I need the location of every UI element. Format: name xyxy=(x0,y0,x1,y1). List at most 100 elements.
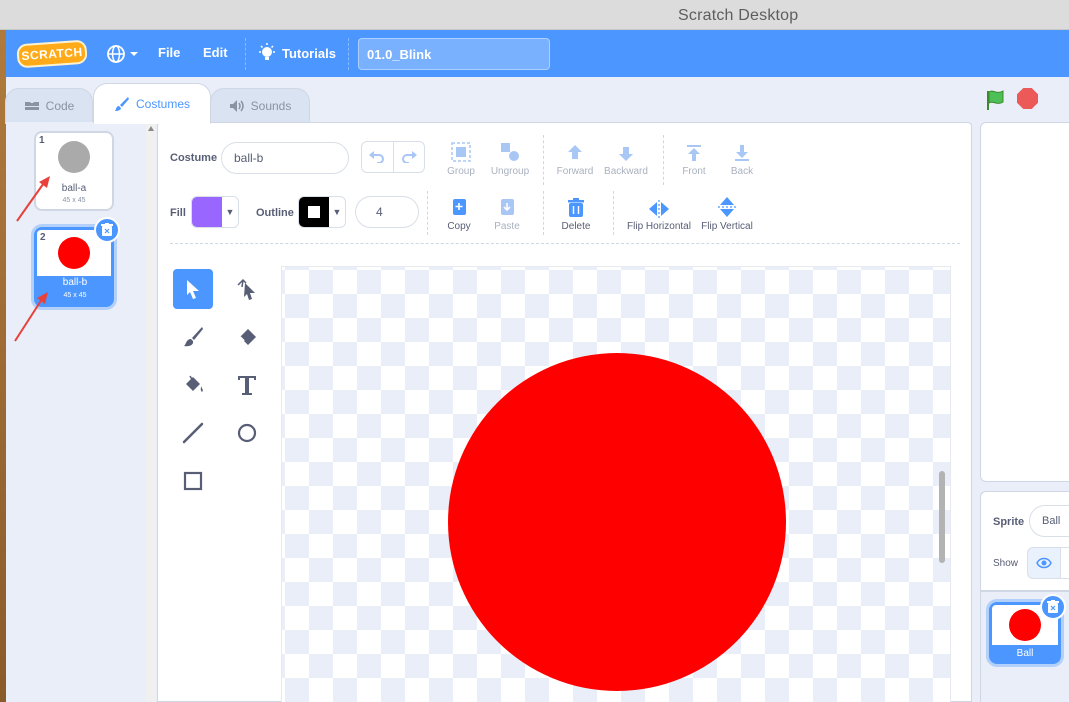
show-label: Show xyxy=(993,558,1019,569)
stage-preview[interactable] xyxy=(980,122,1069,482)
divider xyxy=(543,135,544,185)
brush-tool[interactable] xyxy=(173,317,213,357)
hide-sprite-button[interactable] xyxy=(1061,547,1069,579)
rectangle-tool[interactable] xyxy=(173,461,213,501)
delete-sprite-button[interactable] xyxy=(1040,594,1066,620)
red-circle-shape[interactable] xyxy=(448,353,786,691)
costume-number: 1 xyxy=(39,135,45,146)
menu-bar: SCRATCH File Edit Tutorials 01.0_Blink xyxy=(6,30,1069,77)
green-flag-icon[interactable] xyxy=(984,88,1008,112)
stop-icon[interactable] xyxy=(1017,88,1038,109)
divider xyxy=(543,191,544,235)
ungroup-label: Ungroup xyxy=(490,166,530,177)
costume-name-input[interactable]: ball-b xyxy=(221,142,349,174)
sprite-info-panel: Sprite Ball Show xyxy=(980,491,1069,591)
outline-swatch xyxy=(299,197,329,227)
flip-vertical-button[interactable]: Flip Vertical xyxy=(697,194,757,232)
fill-swatch xyxy=(192,197,222,227)
trash-icon xyxy=(1047,600,1059,613)
tutorials-menu[interactable]: Tutorials xyxy=(258,43,336,63)
select-tool[interactable] xyxy=(173,269,213,309)
scratch-logo[interactable]: SCRATCH xyxy=(16,39,88,69)
canvas-scrollbar[interactable] xyxy=(939,471,945,563)
copy-label: Copy xyxy=(447,221,471,232)
code-icon xyxy=(24,102,39,110)
delete-costume-button[interactable] xyxy=(94,217,120,243)
group-icon xyxy=(451,142,471,162)
chevron-down-icon: ▼ xyxy=(225,207,235,217)
paint-editor: Costume ball-b Group Ungroup Forward Bac… xyxy=(157,122,972,702)
delete-button[interactable]: Delete xyxy=(546,194,606,232)
costume-label: Costume xyxy=(170,152,218,164)
fill-tool[interactable] xyxy=(173,365,213,405)
reshape-icon xyxy=(237,278,255,300)
fill-label: Fill xyxy=(170,207,186,219)
outline-color-picker[interactable]: ▼ xyxy=(298,196,346,228)
sprite-name-input[interactable]: Ball xyxy=(1029,505,1069,537)
flip-horizontal-label: Flip Horizontal xyxy=(627,221,691,232)
ungroup-icon xyxy=(501,143,519,161)
outline-width-input[interactable]: 4 xyxy=(355,196,419,228)
tab-sounds[interactable]: Sounds xyxy=(210,88,310,124)
logo-text: SCRATCH xyxy=(20,44,84,64)
menu-divider xyxy=(348,38,349,70)
flip-horizontal-icon xyxy=(649,200,669,218)
back-button[interactable]: Back xyxy=(712,139,772,177)
project-title-input[interactable]: 01.0_Blink xyxy=(358,38,550,70)
circle-icon xyxy=(237,423,257,443)
back-icon xyxy=(735,145,749,161)
sprite-thumbnail xyxy=(1009,609,1041,641)
divider xyxy=(613,191,614,235)
costume-thumbnail xyxy=(58,237,90,269)
window-title: Scratch Desktop xyxy=(678,7,799,24)
toolbar-divider xyxy=(170,243,960,244)
line-tool[interactable] xyxy=(173,413,213,453)
tab-costumes[interactable]: Costumes xyxy=(93,83,211,124)
backward-button[interactable]: Backward xyxy=(596,139,656,177)
sprite-label: Sprite xyxy=(993,516,1025,528)
trash-icon xyxy=(101,223,113,236)
ungroup-button[interactable]: Ungroup xyxy=(480,139,540,177)
costume-name: ball-b xyxy=(62,277,88,288)
drawing-canvas[interactable] xyxy=(281,266,951,702)
eye-icon xyxy=(1036,557,1052,569)
costume-list-scrollbar[interactable] xyxy=(146,122,156,702)
costume-thumbnail xyxy=(58,141,90,173)
backward-icon xyxy=(619,147,633,161)
outline-label: Outline xyxy=(256,207,294,219)
group-label: Group xyxy=(447,166,475,177)
redo-icon xyxy=(401,151,417,163)
copy-icon xyxy=(453,199,466,215)
language-menu[interactable] xyxy=(106,42,142,66)
redo-button[interactable] xyxy=(394,142,425,172)
line-icon xyxy=(182,422,204,444)
flip-horizontal-button[interactable]: Flip Horizontal xyxy=(624,194,694,232)
paste-label: Paste xyxy=(494,221,520,232)
tab-code[interactable]: Code xyxy=(5,88,93,124)
eraser-tool[interactable] xyxy=(227,317,267,357)
sprite-tile-name: Ball xyxy=(1016,648,1034,659)
reshape-tool[interactable] xyxy=(227,269,267,309)
edit-menu[interactable]: Edit xyxy=(203,45,228,60)
forward-icon xyxy=(568,145,582,159)
file-menu[interactable]: File xyxy=(158,45,180,60)
circle-tool[interactable] xyxy=(227,413,267,453)
fill-color-picker[interactable]: ▼ xyxy=(191,196,239,228)
front-label: Front xyxy=(682,166,706,177)
annotation-arrow-icon xyxy=(16,176,50,222)
tab-sounds-label: Sounds xyxy=(250,99,292,113)
paste-button[interactable]: Paste xyxy=(477,194,537,232)
arrow-cursor-icon xyxy=(187,280,199,299)
delete-label: Delete xyxy=(561,221,591,232)
undo-button[interactable] xyxy=(362,142,394,172)
scroll-up-icon[interactable] xyxy=(148,126,154,131)
show-sprite-button[interactable] xyxy=(1027,547,1061,579)
rectangle-icon xyxy=(183,471,203,491)
text-tool[interactable] xyxy=(227,365,267,405)
menu-divider xyxy=(245,38,246,70)
annotation-arrow-icon xyxy=(14,292,48,342)
back-label: Back xyxy=(730,166,754,177)
front-icon xyxy=(687,145,701,161)
chevron-down-icon xyxy=(130,52,138,56)
paste-icon xyxy=(501,199,514,215)
